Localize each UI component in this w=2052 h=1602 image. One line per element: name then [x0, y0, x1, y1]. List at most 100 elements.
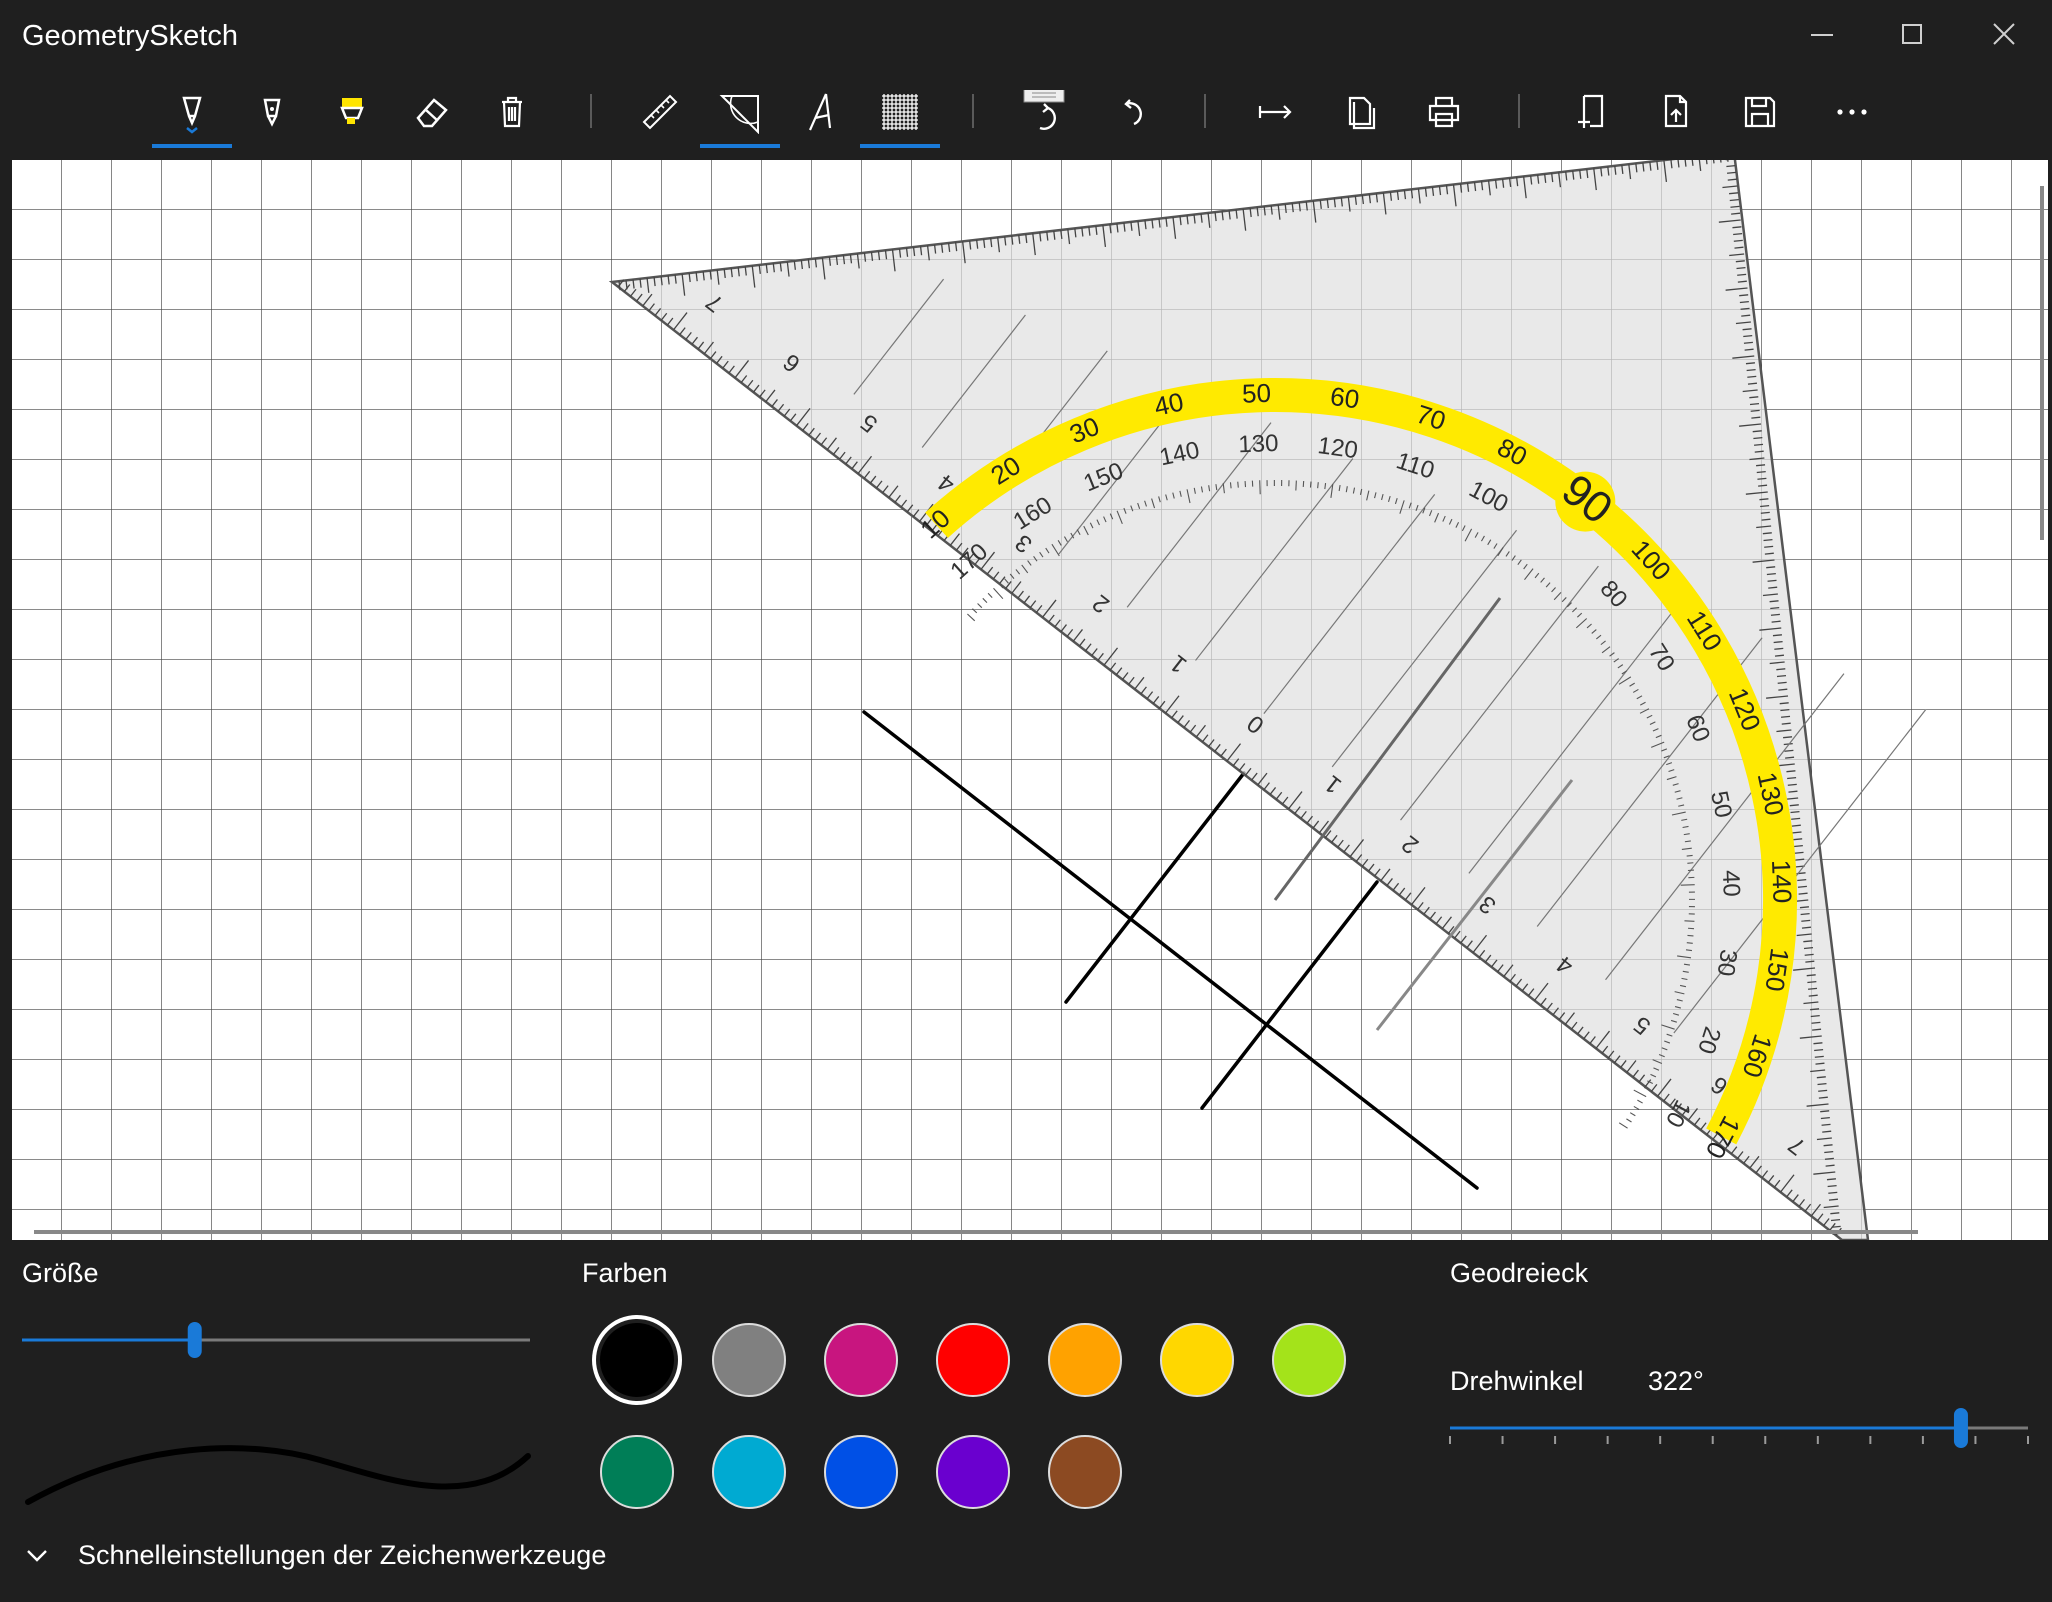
toolbar-separator — [590, 94, 592, 128]
pen-tool-button[interactable] — [152, 80, 232, 148]
eraser-tool-button[interactable] — [392, 80, 472, 144]
scale-tick — [1814, 1055, 1824, 1058]
scale-tick — [1800, 912, 1810, 916]
arrow-right-bar-icon — [1258, 105, 1292, 119]
scale-tick — [1787, 783, 1797, 786]
scale-tick — [1731, 212, 1741, 215]
scale-tick — [1818, 1089, 1828, 1092]
copy-button[interactable] — [1320, 80, 1400, 144]
open-file-button[interactable] — [1636, 80, 1716, 144]
scale-tick — [1737, 280, 1747, 283]
scale-tick — [1777, 681, 1787, 684]
scale-tick — [1749, 396, 1759, 399]
color-swatch[interactable] — [824, 1435, 898, 1509]
scale-tick — [1824, 1157, 1834, 1160]
color-swatch[interactable] — [600, 1323, 674, 1397]
toolbar-separator — [972, 94, 974, 128]
color-swatch[interactable] — [936, 1435, 1010, 1509]
scale-tick — [1822, 1130, 1832, 1133]
highlighter-tool-button[interactable] — [312, 80, 392, 144]
redo-button[interactable] — [1004, 80, 1084, 144]
scale-tick — [1767, 579, 1777, 582]
color-swatch[interactable] — [712, 1323, 786, 1397]
rotation-slider[interactable] — [1448, 1406, 2034, 1456]
scale-tick — [1786, 770, 1796, 773]
scale-tick — [1779, 702, 1789, 705]
quick-settings-toggle[interactable]: Schnelleinstellungen der Zeichenwerkzeug… — [22, 1540, 606, 1571]
scale-tick — [1729, 192, 1739, 195]
scale-tick — [1757, 477, 1767, 480]
scale-tick — [1815, 1062, 1825, 1065]
scale-tick — [1770, 606, 1780, 610]
active-tool-indicator — [152, 144, 232, 148]
rotation-slider-thumb[interactable] — [1953, 1408, 1968, 1448]
scale-tick — [1791, 824, 1801, 827]
scale-tick — [1762, 532, 1772, 535]
save-button[interactable] — [1720, 80, 1800, 144]
scale-tick — [1789, 804, 1799, 807]
set-square-tool-button[interactable] — [700, 80, 780, 148]
toolbar-separator — [1518, 94, 1520, 128]
scale-tick — [1774, 654, 1785, 657]
scale-tick — [1730, 205, 1740, 208]
toolbar-separator — [1204, 94, 1206, 128]
protractor-inner-label: 40 — [1717, 870, 1745, 898]
scale-tick — [1791, 817, 1801, 820]
scale-tick — [1726, 164, 1736, 168]
scale-tick — [1745, 362, 1755, 365]
open-file-icon — [1664, 94, 1688, 128]
rotation-label: Drehwinkel — [1450, 1366, 1584, 1396]
color-swatch[interactable] — [824, 1323, 898, 1397]
color-swatch[interactable] — [600, 1435, 674, 1509]
degree-tick — [1687, 934, 1694, 937]
grid-toggle-button[interactable] — [860, 80, 940, 148]
undo-button[interactable] — [1090, 80, 1170, 144]
color-swatch[interactable] — [936, 1323, 1010, 1397]
scale-tick — [1754, 450, 1764, 453]
scale-tick — [1743, 334, 1753, 338]
scale-tick — [1812, 1028, 1822, 1031]
print-button[interactable] — [1404, 80, 1484, 144]
scale-tick — [1781, 715, 1791, 718]
rotation-value: 322° — [1648, 1366, 1704, 1396]
compass-tool-button[interactable] — [780, 80, 860, 144]
maximize-button[interactable] — [1882, 12, 1942, 56]
scale-tick — [1749, 402, 1760, 406]
scale-tick — [1736, 266, 1746, 270]
new-page-button[interactable] — [1552, 80, 1632, 144]
scale-tick — [1739, 294, 1749, 297]
save-icon — [1744, 96, 1776, 128]
scale-tick — [1818, 1096, 1828, 1099]
scale-tick — [1804, 953, 1814, 956]
move-right-button[interactable] — [1236, 80, 1316, 144]
scale-tick — [1781, 722, 1791, 725]
scale-tick — [1820, 1110, 1830, 1113]
scale-tick — [1825, 1164, 1835, 1167]
more-button[interactable] — [1812, 80, 1892, 144]
close-button[interactable] — [1974, 12, 2034, 56]
color-swatch[interactable] — [1160, 1323, 1234, 1397]
eraser-icon — [416, 98, 448, 128]
size-slider[interactable] — [20, 1320, 536, 1360]
scale-tick — [1746, 368, 1756, 372]
color-swatch[interactable] — [1272, 1323, 1346, 1397]
color-swatch[interactable] — [712, 1435, 786, 1509]
drawing-canvas[interactable]: 170 160 150 140 130 120 110 100 90 80 70 60 50 40 30 20… — [12, 160, 2048, 1240]
delete-button[interactable] — [472, 80, 552, 144]
degree-tick — [1229, 482, 1232, 489]
scale-tick — [1753, 436, 1763, 440]
color-swatch[interactable] — [1048, 1435, 1122, 1509]
scale-tick — [1761, 518, 1771, 521]
degree-tick — [1317, 482, 1319, 489]
color-swatch[interactable] — [1048, 1323, 1122, 1397]
scale-tick — [1793, 844, 1803, 848]
geodreieck-label: Geodreieck — [1450, 1258, 1589, 1288]
minimize-button[interactable] — [1792, 12, 1852, 56]
compass-icon — [808, 93, 832, 131]
protractor-inner-label: 120 — [1316, 432, 1359, 464]
size-slider-thumb[interactable] — [187, 1322, 202, 1358]
ruler-tool-button[interactable] — [620, 80, 700, 144]
pencil-icon — [263, 98, 281, 127]
pencil-tool-button[interactable] — [232, 80, 312, 144]
degree-tick — [1687, 862, 1694, 864]
